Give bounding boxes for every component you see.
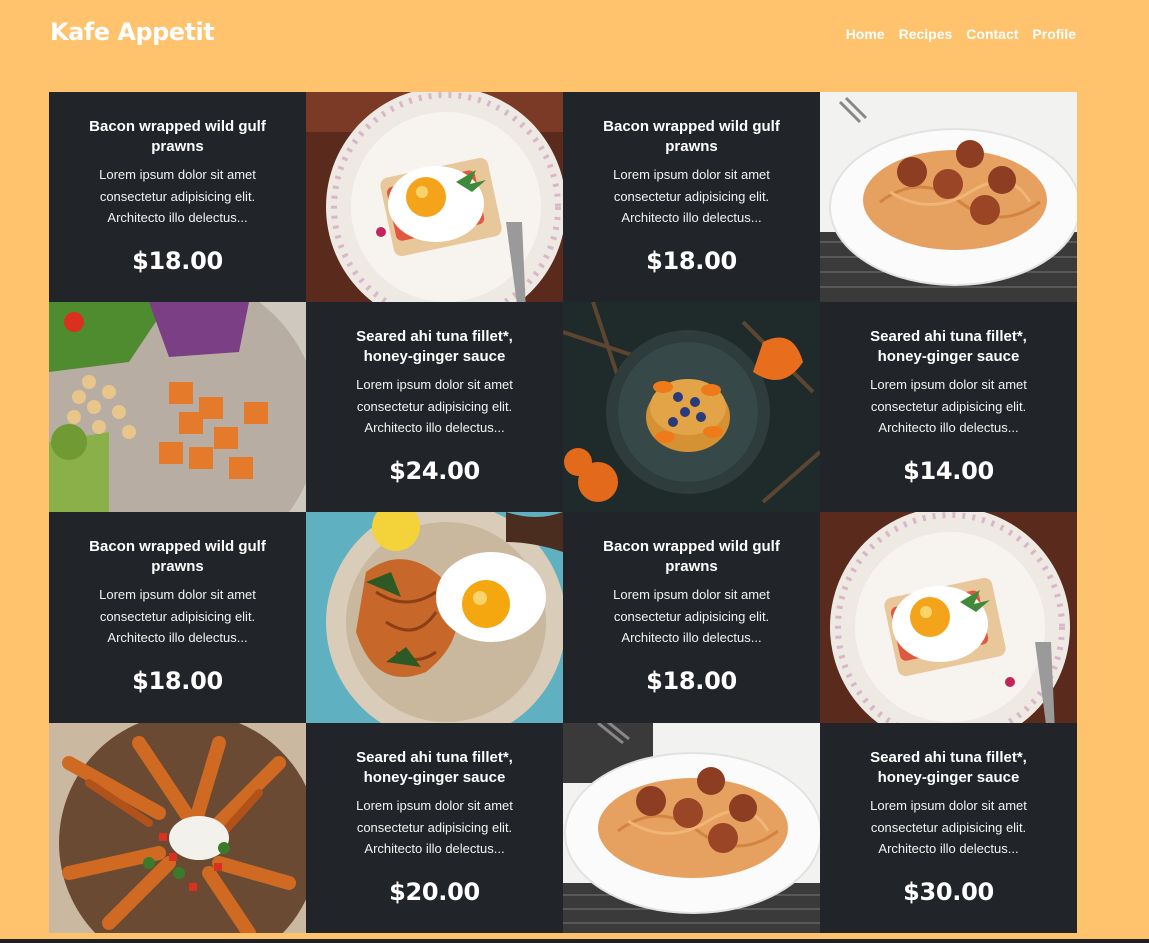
dish-description: Lorem ipsum dolor sit amet consectetur a…	[870, 798, 1027, 856]
pancakes-image	[563, 302, 820, 512]
menu-card[interactable]: Bacon wrapped wild gulf prawns Lorem ips…	[49, 92, 306, 302]
dish-price: $18.00	[132, 666, 223, 695]
nav-profile-link[interactable]: Profile	[1032, 26, 1076, 42]
dish-description: Lorem ipsum dolor sit amet consectetur a…	[613, 587, 770, 645]
dish-title: Seared ahi tuna fillet*, honey-ginger sa…	[356, 328, 513, 365]
dish-description: Lorem ipsum dolor sit amet consectetur a…	[613, 167, 770, 225]
nav-contact-link[interactable]: Contact	[966, 26, 1018, 42]
spaghetti-meatballs-image	[820, 92, 1077, 302]
dish-price: $30.00	[903, 877, 994, 906]
menu-card[interactable]: Seared ahi tuna fillet*, honey-ginger sa…	[820, 723, 1077, 933]
dish-price: $18.00	[132, 246, 223, 275]
sweet-potato-fries-image	[49, 723, 306, 933]
dish-title: Seared ahi tuna fillet*, honey-ginger sa…	[356, 749, 513, 786]
chickpea-salad-image	[49, 302, 306, 512]
dish-description: Lorem ipsum dolor sit amet consectetur a…	[870, 377, 1027, 435]
dish-title: Bacon wrapped wild gulf prawns	[603, 118, 780, 155]
nav-home-link[interactable]: Home	[846, 26, 885, 42]
dish-description: Lorem ipsum dolor sit amet consectetur a…	[99, 167, 256, 225]
egg-noodles-image	[306, 512, 563, 723]
dish-title: Seared ahi tuna fillet*, honey-ginger sa…	[870, 749, 1027, 786]
dish-title: Bacon wrapped wild gulf prawns	[603, 538, 780, 575]
menu-card[interactable]: Bacon wrapped wild gulf prawns Lorem ips…	[49, 512, 306, 723]
egg-toast-image	[820, 512, 1077, 723]
dish-description: Lorem ipsum dolor sit amet consectetur a…	[356, 377, 513, 435]
dish-title: Seared ahi tuna fillet*, honey-ginger sa…	[870, 328, 1027, 365]
dish-title: Bacon wrapped wild gulf prawns	[89, 118, 266, 155]
spaghetti-meatballs-image	[563, 723, 820, 933]
dish-title: Bacon wrapped wild gulf prawns	[89, 538, 266, 575]
page-bottom-border	[0, 939, 1149, 943]
menu-card[interactable]: Bacon wrapped wild gulf prawns Lorem ips…	[563, 512, 820, 723]
nav-recipes-link[interactable]: Recipes	[899, 26, 953, 42]
dish-price: $18.00	[646, 246, 737, 275]
site-header: Kafe Appetit Home Recipes Contact Profil…	[0, 0, 1149, 92]
dish-price: $14.00	[903, 456, 994, 485]
menu-card[interactable]: Seared ahi tuna fillet*, honey-ginger sa…	[306, 302, 563, 512]
menu-card[interactable]: Seared ahi tuna fillet*, honey-ginger sa…	[306, 723, 563, 933]
dish-price: $24.00	[389, 456, 480, 485]
dish-description: Lorem ipsum dolor sit amet consectetur a…	[356, 798, 513, 856]
menu-grid: Bacon wrapped wild gulf prawns Lorem ips…	[49, 92, 1077, 933]
dish-price: $20.00	[389, 877, 480, 906]
dish-price: $18.00	[646, 666, 737, 695]
menu-card[interactable]: Bacon wrapped wild gulf prawns Lorem ips…	[563, 92, 820, 302]
menu-card[interactable]: Seared ahi tuna fillet*, honey-ginger sa…	[820, 302, 1077, 512]
egg-toast-image	[306, 92, 563, 302]
main-nav: Home Recipes Contact Profile	[846, 26, 1076, 42]
dish-description: Lorem ipsum dolor sit amet consectetur a…	[99, 587, 256, 645]
site-logo[interactable]: Kafe Appetit	[50, 18, 215, 46]
